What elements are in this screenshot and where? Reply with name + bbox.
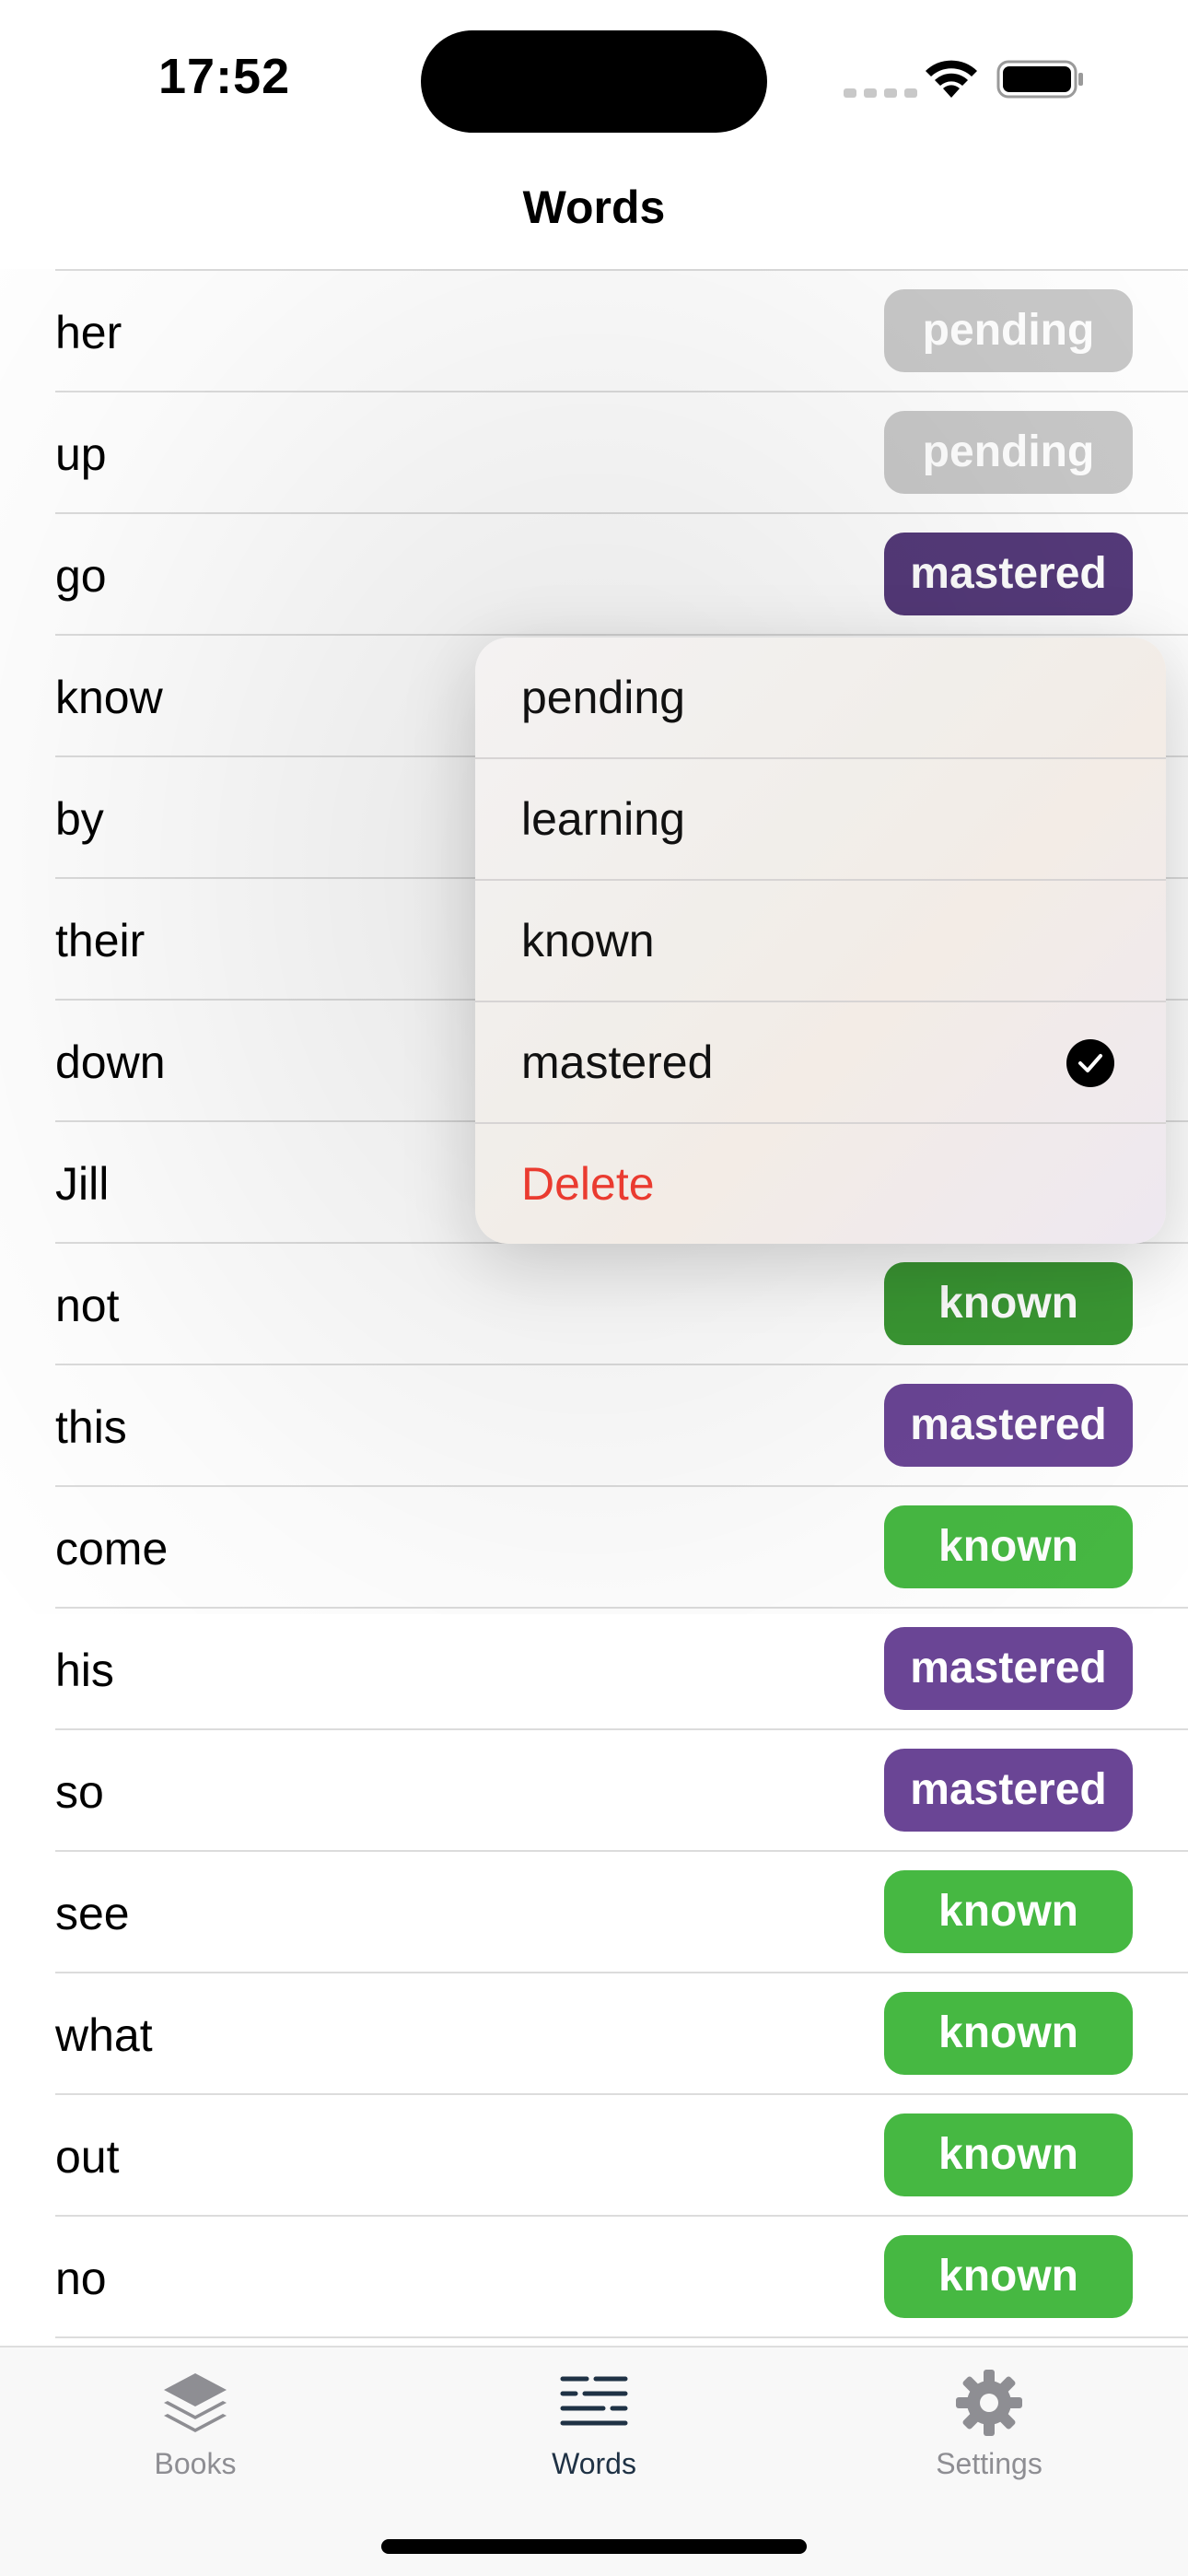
word-text: see xyxy=(55,1888,130,1939)
word-text: out xyxy=(55,2131,120,2183)
word-text: his xyxy=(55,1645,114,1696)
menu-item-label: learning xyxy=(521,793,685,845)
menu-item-label: pending xyxy=(521,672,685,723)
menu-item-learning[interactable]: learning xyxy=(475,759,1166,881)
tab-books-label: Books xyxy=(154,2447,237,2480)
status-bar: 17:52 xyxy=(0,0,1188,157)
menu-item-pending[interactable]: pending xyxy=(475,638,1166,759)
status-badge[interactable]: known xyxy=(884,1505,1133,1588)
word-row[interactable]: come known xyxy=(55,1485,1188,1607)
word-text: know xyxy=(55,672,163,723)
menu-item-delete[interactable]: Delete xyxy=(475,1124,1166,1244)
word-row[interactable]: his mastered xyxy=(55,1607,1188,1728)
word-row[interactable]: not known xyxy=(55,1242,1188,1364)
word-text: this xyxy=(55,1401,127,1453)
word-row[interactable]: this mastered xyxy=(55,1364,1188,1485)
checkmark-icon xyxy=(1066,1039,1114,1087)
word-text: go xyxy=(55,550,107,602)
status-badge[interactable]: known xyxy=(884,1870,1133,1953)
word-text: up xyxy=(55,428,107,480)
tab-settings[interactable]: Settings xyxy=(879,2366,1100,2481)
word-row[interactable]: what known xyxy=(55,1972,1188,2093)
tab-words-label: Words xyxy=(552,2447,636,2480)
home-indicator xyxy=(381,2539,807,2554)
menu-item-label: Delete xyxy=(521,1158,655,1210)
word-text: what xyxy=(55,2009,153,2061)
page-title: Words xyxy=(522,181,666,233)
word-row[interactable]: so mastered xyxy=(55,1728,1188,1850)
status-badge[interactable]: known xyxy=(884,1262,1133,1345)
dynamic-island xyxy=(421,30,767,133)
status-badge[interactable]: known xyxy=(884,1992,1133,2075)
word-row[interactable]: no known xyxy=(55,2215,1188,2336)
word-text: Jill xyxy=(55,1158,110,1210)
word-text: come xyxy=(55,1523,169,1575)
status-badge[interactable]: mastered xyxy=(884,1627,1133,1710)
battery-icon xyxy=(996,60,1083,99)
status-badge[interactable]: mastered xyxy=(884,533,1133,615)
text-lines-icon xyxy=(560,2376,628,2426)
word-text: their xyxy=(55,915,146,966)
menu-item-mastered[interactable]: mastered xyxy=(475,1002,1166,1124)
list-divider xyxy=(55,2336,1188,2338)
word-text: down xyxy=(55,1036,166,1088)
word-row[interactable]: up pending xyxy=(55,391,1188,512)
word-text: by xyxy=(55,793,104,845)
word-text: her xyxy=(55,307,122,358)
status-badge[interactable]: mastered xyxy=(884,1749,1133,1832)
wifi-icon xyxy=(926,60,977,98)
tab-settings-label: Settings xyxy=(936,2447,1042,2480)
word-row[interactable]: out known xyxy=(55,2093,1188,2215)
word-list: her pending up pending go mastered know by their… xyxy=(55,269,1188,2338)
status-badge[interactable]: mastered xyxy=(884,1384,1133,1467)
tab-books[interactable]: Books xyxy=(85,2366,306,2481)
gear-icon xyxy=(956,2370,1022,2436)
status-badge[interactable]: pending xyxy=(884,289,1133,372)
cellular-signal-icon xyxy=(844,88,917,98)
word-row[interactable]: her pending xyxy=(55,269,1188,391)
status-badge[interactable]: pending xyxy=(884,411,1133,494)
tab-words[interactable]: Words xyxy=(483,2366,705,2481)
word-row[interactable]: go mastered xyxy=(55,512,1188,634)
word-text: so xyxy=(55,1766,104,1818)
menu-item-label: mastered xyxy=(521,1036,714,1088)
word-text: no xyxy=(55,2253,107,2304)
menu-item-known[interactable]: known xyxy=(475,881,1166,1002)
menu-item-label: known xyxy=(521,915,655,966)
status-time: 17:52 xyxy=(158,49,291,104)
status-context-menu: pending learning known mastered Delete xyxy=(475,638,1166,1244)
status-badge[interactable]: known xyxy=(884,2235,1133,2318)
status-badge[interactable]: known xyxy=(884,2113,1133,2196)
word-text: not xyxy=(55,1280,120,1331)
word-row[interactable]: see known xyxy=(55,1850,1188,1972)
stack-icon xyxy=(164,2373,227,2432)
